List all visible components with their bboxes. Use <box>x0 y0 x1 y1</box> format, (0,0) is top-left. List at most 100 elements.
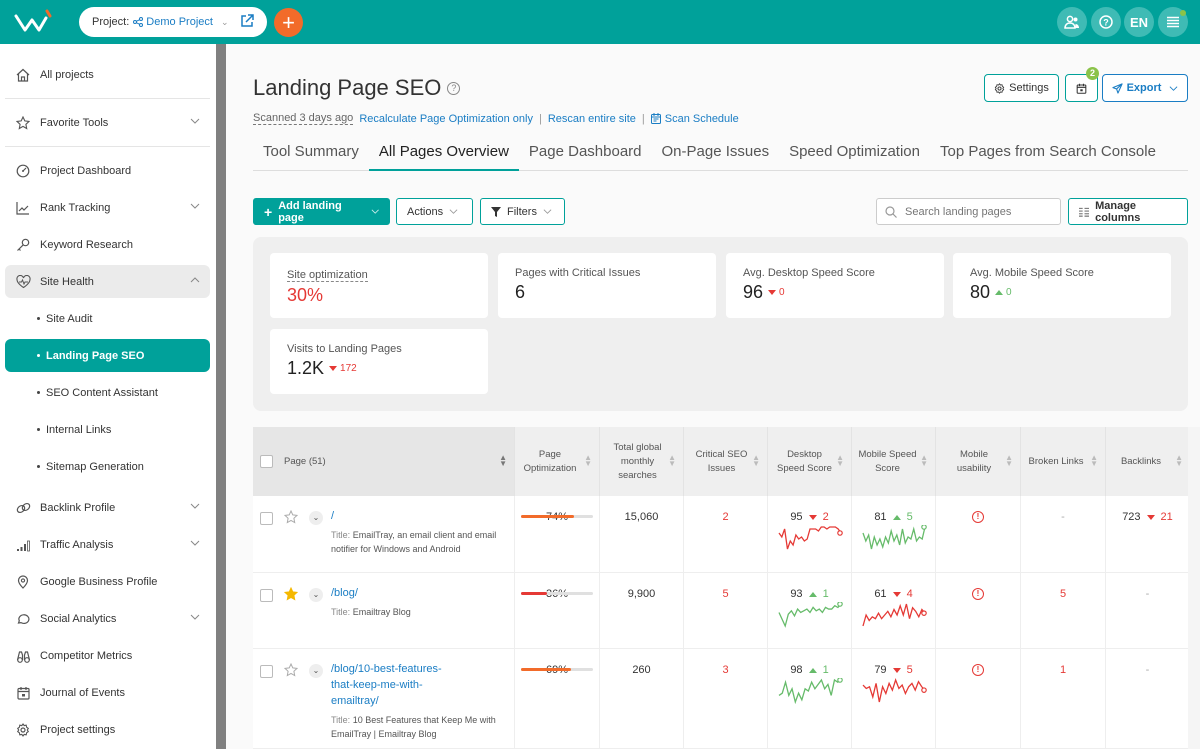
menu-button[interactable] <box>1158 7 1188 37</box>
search-box[interactable] <box>876 198 1061 225</box>
sidebar-item-backlink-profile[interactable]: Backlink Profile <box>5 491 210 524</box>
optimization-bar <box>521 668 593 671</box>
chevron-up-icon <box>190 277 200 283</box>
expand-row-icon[interactable]: ⌄ <box>309 511 323 525</box>
sidebar-item-label: Favorite Tools <box>40 116 109 129</box>
export-button[interactable]: Export <box>1102 74 1188 102</box>
column-header-label: Critical SEO Issues <box>695 448 748 474</box>
critical-issues-value[interactable]: 3 <box>684 664 767 676</box>
users-button[interactable] <box>1057 7 1087 37</box>
add-button[interactable]: + <box>274 8 303 37</box>
search-input[interactable] <box>905 205 1055 218</box>
broken-links-value[interactable]: 5 <box>1021 588 1105 600</box>
sidebar-item-project-settings[interactable]: Project settings <box>5 713 210 746</box>
broken-links-value[interactable]: 1 <box>1021 664 1105 676</box>
column-header-backlinks[interactable]: Backlinks ▲ ▼ <box>1106 427 1190 496</box>
column-header-page-optimization[interactable]: Page Optimization ▲ ▼ <box>515 427 600 496</box>
calendar-button[interactable]: 2 <box>1065 67 1099 102</box>
tab-speed-optimization[interactable]: Speed Optimization <box>779 139 930 171</box>
sidebar-item-project-dashboard[interactable]: Project Dashboard <box>5 154 210 187</box>
expand-row-icon[interactable]: ⌄ <box>309 588 323 602</box>
column-header-label: Broken Links <box>1028 455 1084 467</box>
sidebar-item-site-health[interactable]: Site Health <box>5 265 210 298</box>
add-landing-page-button[interactable]: + Add landing page <box>253 198 390 225</box>
column-header-critical-issues[interactable]: Critical SEO Issues ▲ ▼ <box>684 427 768 496</box>
logo-icon[interactable] <box>14 8 54 36</box>
sidebar-item-seo-content-assistant[interactable]: SEO Content Assistant <box>5 376 210 409</box>
tab-all-pages-overview[interactable]: All Pages Overview <box>368 139 519 171</box>
main-content: Landing Page SEO ? Scanned 3 days ago Re… <box>226 44 1200 749</box>
mobile-speed-cell: 81 5 <box>852 496 936 573</box>
sidebar-item-competitor-metrics[interactable]: Competitor Metrics <box>5 639 210 672</box>
tab-tool-summary[interactable]: Tool Summary <box>253 139 369 171</box>
page-url-link[interactable]: /blog/ <box>331 585 506 601</box>
critical-issues-value[interactable]: 5 <box>684 588 767 600</box>
rescan-link[interactable]: Rescan entire site <box>548 113 636 125</box>
sidebar-item-social-analytics[interactable]: Social Analytics <box>5 602 210 635</box>
star-filled-icon[interactable] <box>284 587 298 601</box>
sidebar: All projects Favorite Tools Project Dash… <box>0 44 216 749</box>
critical-issues-value[interactable]: 2 <box>684 511 767 523</box>
column-header-mobile-speed[interactable]: Mobile Speed Score ▲ ▼ <box>852 427 936 496</box>
settings-label: Settings <box>1009 82 1049 94</box>
select-all-checkbox[interactable] <box>260 455 273 468</box>
project-selector[interactable]: Project: Demo Project ⌄ <box>79 7 267 37</box>
card-label[interactable]: Site optimization <box>287 269 368 282</box>
sidebar-item-google-business-profile[interactable]: Google Business Profile <box>5 565 210 598</box>
row-checkbox[interactable] <box>260 512 273 525</box>
page-url-link[interactable]: /blog/10-best-features-that-keep-me-with… <box>331 661 506 709</box>
sidebar-item-favorite-tools[interactable]: Favorite Tools <box>5 106 210 139</box>
external-link-icon[interactable] <box>240 14 254 28</box>
sidebar-item-landing-page-seo[interactable]: Landing Page SEO <box>5 339 210 372</box>
scan-schedule-link[interactable]: Scan Schedule <box>650 113 739 125</box>
tab-top-pages-search-console[interactable]: Top Pages from Search Console <box>930 139 1166 171</box>
sidebar-item-rank-tracking[interactable]: Rank Tracking <box>5 191 210 224</box>
column-header-searches[interactable]: Total global monthly searches ▲ ▼ <box>600 427 684 496</box>
sidebar-item-internal-links[interactable]: Internal Links <box>5 413 210 446</box>
warning-icon[interactable]: ! <box>972 588 984 600</box>
filters-button[interactable]: Filters <box>480 198 565 225</box>
manage-columns-button[interactable]: Manage columns <box>1068 198 1188 225</box>
recalculate-link[interactable]: Recalculate Page Optimization only <box>359 113 533 125</box>
page-title-text: Title: 10 Best Features that Keep Me wit… <box>331 713 506 741</box>
column-header-desktop-speed[interactable]: Desktop Speed Score ▲ ▼ <box>768 427 852 496</box>
column-header-broken-links[interactable]: Broken Links ▲ ▼ <box>1021 427 1106 496</box>
sidebar-item-all-projects[interactable]: All projects <box>5 58 210 91</box>
triangle-down-icon <box>768 290 777 295</box>
card-value: 30% <box>287 285 324 305</box>
sidebar-item-journal-of-events[interactable]: Journal of Events <box>5 676 210 709</box>
sort-icon: ▲ ▼ <box>584 453 592 468</box>
mobile-sparkline <box>861 525 927 550</box>
star-icon[interactable] <box>284 663 298 677</box>
backlinks-cell: - <box>1106 649 1190 749</box>
page-url-link[interactable]: / <box>331 508 506 524</box>
mobile-sparkline <box>862 678 927 703</box>
sidebar-item-keyword-research[interactable]: Keyword Research <box>5 228 210 261</box>
help-button[interactable]: ? <box>1091 7 1121 37</box>
language-button[interactable]: EN <box>1124 7 1154 37</box>
tab-page-dashboard[interactable]: Page Dashboard <box>519 139 652 171</box>
row-checkbox[interactable] <box>260 589 273 602</box>
actions-button[interactable]: Actions <box>396 198 473 225</box>
row-checkbox[interactable] <box>260 665 273 678</box>
card-value: 96 <box>743 282 764 302</box>
broken-links-value[interactable]: - <box>1021 511 1105 523</box>
column-header-mobile-usability[interactable]: Mobile usability ▲ ▼ <box>936 427 1021 496</box>
sidebar-item-site-audit[interactable]: Site Audit <box>5 302 210 335</box>
column-header-page[interactable]: Page (51) ▲ ▼ <box>253 427 515 496</box>
tab-on-page-issues[interactable]: On-Page Issues <box>652 139 780 171</box>
star-icon[interactable] <box>284 510 298 524</box>
sidebar-item-traffic-analysis[interactable]: Traffic Analysis <box>5 528 210 561</box>
help-icon[interactable]: ? <box>447 81 461 95</box>
settings-button[interactable]: Settings <box>984 74 1059 102</box>
sidebar-item-sitemap-generation[interactable]: Sitemap Generation <box>5 450 210 483</box>
sort-icon: ▲ ▼ <box>668 453 676 468</box>
warning-icon[interactable]: ! <box>972 511 984 523</box>
divider <box>5 98 210 99</box>
sparkline-path <box>777 526 842 550</box>
warning-icon[interactable]: ! <box>972 664 984 676</box>
expand-row-icon[interactable]: ⌄ <box>309 664 323 678</box>
sidebar-scrollbar[interactable] <box>216 44 226 749</box>
sidebar-item-label: Internal Links <box>46 423 112 436</box>
page-scrollbar[interactable] <box>1188 427 1200 749</box>
